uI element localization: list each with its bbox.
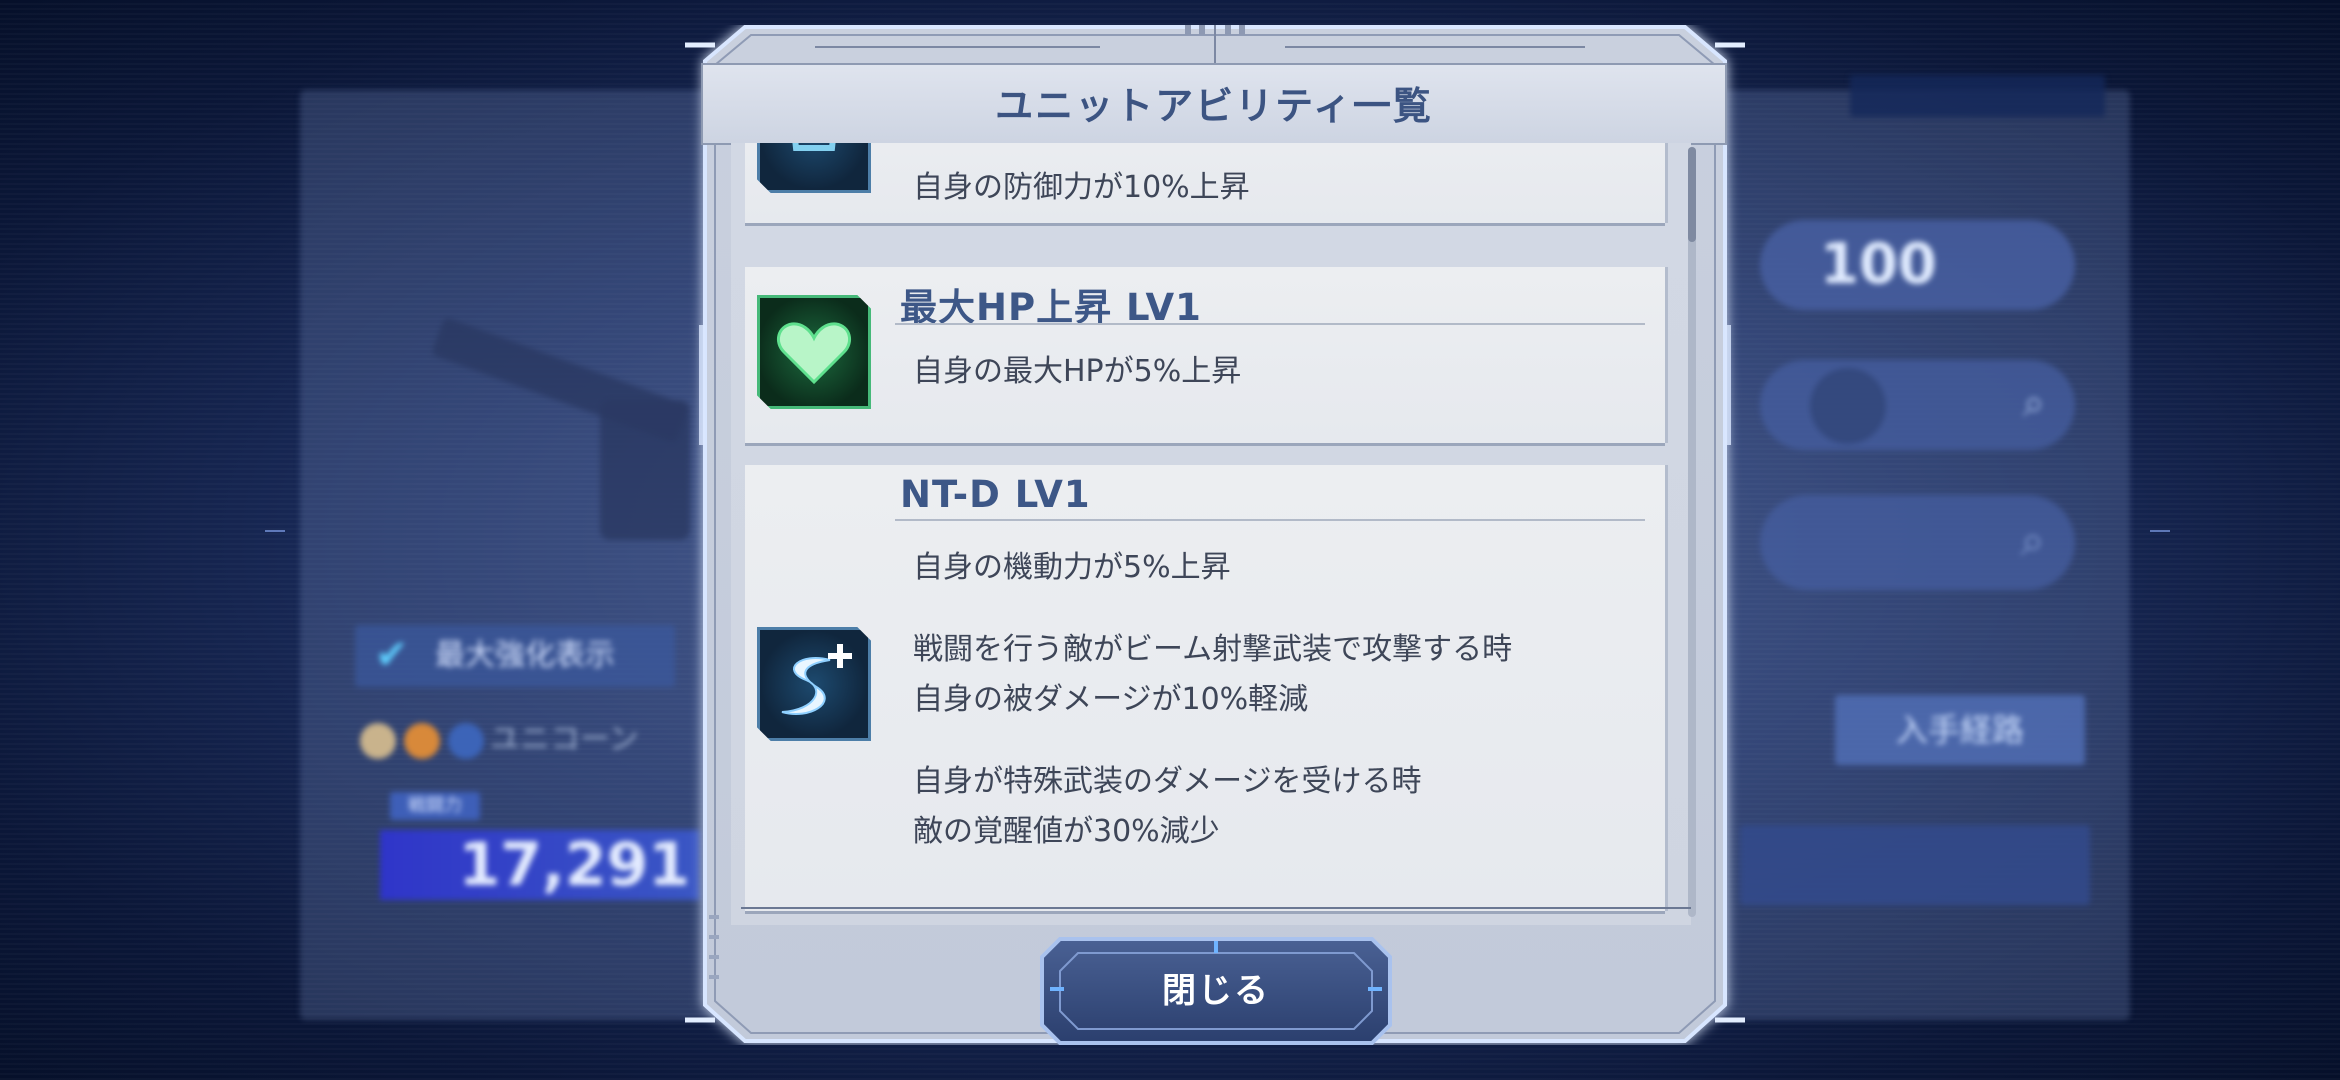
parts-slot [1810, 368, 1886, 444]
unit-name: ユニコーン [490, 722, 639, 757]
heart-icon [757, 295, 871, 409]
ability-name: NT-D LV1 [900, 473, 1091, 516]
ability-description: 自身の防御力が10%上昇 [913, 170, 1250, 205]
ability-card-defense: 自身の防御力が10%上昇 [745, 143, 1665, 223]
type-icon [448, 723, 484, 759]
level-value: 100 [1820, 232, 1937, 297]
search-icon: ⌕ [2022, 380, 2045, 426]
mobile-suit-silhouette-body [600, 400, 690, 540]
scrollbar[interactable] [1688, 147, 1696, 917]
ability-list-dialog: ユニットアビリティ一覧 自身の防御力が10%上昇 最大HP上昇 LV1 自身の最… [685, 25, 1745, 1045]
close-button-label: 閉じる [1162, 971, 1270, 1011]
ability-name-divider [895, 323, 1645, 325]
level-display: 100 [1760, 220, 2075, 310]
shield-icon [757, 143, 871, 193]
header-bar [1850, 75, 2105, 117]
frame-tick [265, 530, 285, 532]
ability-description: 自身の最大HPが5%上昇 [913, 354, 1242, 389]
unit-name-row: ユニコーン [360, 715, 690, 765]
ability-list[interactable]: 自身の防御力が10%上昇 最大HP上昇 LV1 自身の最大HPが5%上昇 NT-… [731, 143, 1691, 925]
ability-card-ntd: NT-D LV1 自身の機動力が5%上昇 戦闘を行う敵がビーム射撃武装で攻撃する… [745, 465, 1665, 911]
ability-description: 自身の被ダメージが10%軽減 [913, 682, 1309, 717]
list-bottom-divider [741, 907, 1691, 909]
ability-name-divider [895, 519, 1645, 521]
skill-slot-row: ⌕ [1760, 495, 2075, 590]
scrollbar-thumb[interactable] [1688, 147, 1696, 242]
ability-description: 自身が特殊武装のダメージを受ける時 [913, 764, 1422, 799]
power-value: 17,291 [380, 830, 700, 900]
search-icon: ⌕ [2020, 515, 2045, 566]
max-enhance-label: 最大強化表示 [435, 638, 615, 673]
dialog-title: ユニットアビリティ一覧 [995, 84, 1433, 128]
pilot-icon [360, 723, 396, 759]
checkmark-icon: ✔ [375, 632, 409, 678]
ability-card-max-hp: 最大HP上昇 LV1 自身の最大HPが5%上昇 [745, 267, 1665, 443]
ntd-plus-icon [757, 627, 871, 741]
max-enhance-checkbox: ✔ 最大強化表示 [355, 625, 675, 687]
close-button[interactable]: 閉じる [1038, 935, 1394, 1047]
attribute-icon [404, 723, 440, 759]
dialog-title-bar: ユニットアビリティ一覧 [701, 63, 1727, 145]
power-label: 戦闘力 [390, 792, 480, 820]
frame-tick [2150, 530, 2170, 532]
equipment-row [1740, 825, 2090, 905]
ability-description: 戦闘を行う敵がビーム射撃武装で攻撃する時 [913, 632, 1513, 667]
ability-description: 敵の覚醒値が30%減少 [913, 814, 1220, 849]
ability-description: 自身の機動力が5%上昇 [913, 550, 1231, 585]
obtain-route-button: 入手経路 [1835, 695, 2085, 765]
parts-slot-row: ⌕ [1760, 360, 2075, 450]
